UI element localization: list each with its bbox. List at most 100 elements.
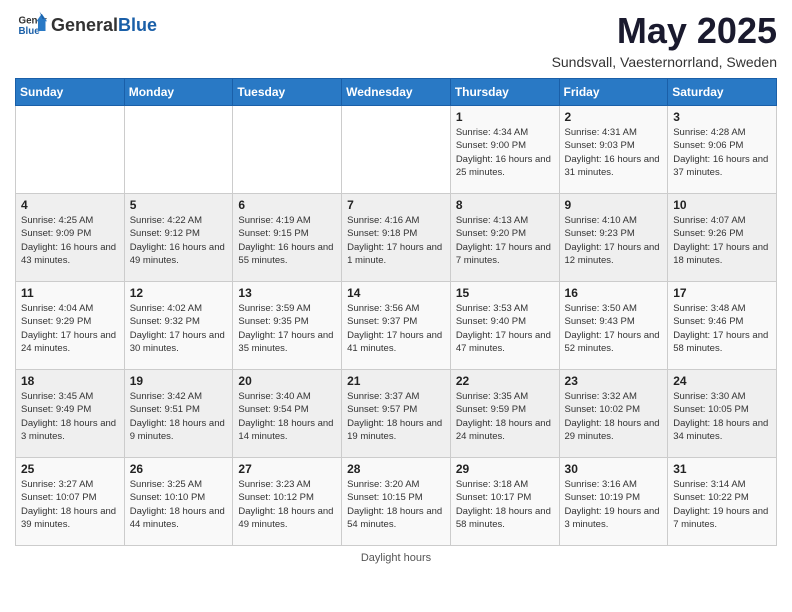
day-info: Sunrise: 3:42 AM Sunset: 9:51 PM Dayligh… — [130, 390, 228, 443]
header-saturday: Saturday — [668, 79, 777, 106]
footer: Daylight hours — [15, 552, 777, 564]
header-thursday: Thursday — [450, 79, 559, 106]
day-cell: 4Sunrise: 4:25 AM Sunset: 9:09 PM Daylig… — [16, 194, 125, 282]
logo-icon: General Blue — [17, 10, 47, 40]
day-cell — [342, 106, 451, 194]
day-info: Sunrise: 4:10 AM Sunset: 9:23 PM Dayligh… — [565, 214, 663, 267]
day-number: 16 — [565, 286, 663, 300]
header-wednesday: Wednesday — [342, 79, 451, 106]
week-row-1: 1Sunrise: 4:34 AM Sunset: 9:00 PM Daylig… — [16, 106, 777, 194]
calendar-title: May 2025 — [552, 10, 777, 52]
page: General Blue GeneralBlue May 2025 Sundsv… — [0, 0, 792, 574]
day-info: Sunrise: 3:32 AM Sunset: 10:02 PM Daylig… — [565, 390, 663, 443]
logo-text: GeneralBlue — [51, 15, 157, 35]
header-sunday: Sunday — [16, 79, 125, 106]
day-number: 27 — [238, 462, 336, 476]
day-number: 12 — [130, 286, 228, 300]
day-cell: 3Sunrise: 4:28 AM Sunset: 9:06 PM Daylig… — [668, 106, 777, 194]
day-info: Sunrise: 4:16 AM Sunset: 9:18 PM Dayligh… — [347, 214, 445, 267]
header: General Blue GeneralBlue May 2025 Sundsv… — [15, 10, 777, 70]
day-cell: 17 Sunrise: 3:48 AM Sunset: 9:46 PM Dayli… — [668, 282, 777, 370]
day-info: Sunrise: 3:59 AM Sunset: 9:35 PM Dayligh… — [238, 302, 336, 355]
day-number: 25 — [21, 462, 119, 476]
week-row-2: 4Sunrise: 4:25 AM Sunset: 9:09 PM Daylig… — [16, 194, 777, 282]
week-row-4: 18Sunrise: 3:45 AM Sunset: 9:49 PM Dayli… — [16, 370, 777, 458]
day-info: Sunrise: 3:20 AM Sunset: 10:15 PM Daylig… — [347, 478, 445, 531]
day-cell: 5 Sunrise: 4:22 AM Sunset: 9:12 PM Daylig… — [124, 194, 233, 282]
logo: General Blue GeneralBlue — [15, 10, 157, 40]
day-cell: 25 Sunrise: 3:27 AM Sunset: 10:07 PM Dayl… — [16, 458, 125, 546]
day-number: 17 — [673, 286, 771, 300]
day-number: 30 — [565, 462, 663, 476]
day-number: 2 — [565, 110, 663, 124]
day-number: 31 — [673, 462, 771, 476]
day-info: Sunrise: 3:50 AM Sunset: 9:43 PM Dayligh… — [565, 302, 663, 355]
calendar-subtitle: Sundsvall, Vaesternorrland, Sweden — [552, 54, 777, 70]
day-number: 5 — [130, 198, 228, 212]
day-cell: 31 Sunrise: 3:14 AM Sunset: 10:22 PM Dayl… — [668, 458, 777, 546]
day-cell: 29 Sunrise: 3:18 AM Sunset: 10:17 PM Dayl… — [450, 458, 559, 546]
day-info: Sunrise: 3:30 AM Sunset: 10:05 PM Daylig… — [673, 390, 771, 443]
day-cell: 7Sunrise: 4:16 AM Sunset: 9:18 PM Daylig… — [342, 194, 451, 282]
day-info: Sunrise: 3:53 AM Sunset: 9:40 PM Dayligh… — [456, 302, 554, 355]
calendar-header: Sunday Monday Tuesday Wednesday Thursday… — [16, 79, 777, 106]
day-info: Sunrise: 4:22 AM Sunset: 9:12 PM Dayligh… — [130, 214, 228, 267]
day-cell: 20Sunrise: 3:40 AM Sunset: 9:54 PM Dayli… — [233, 370, 342, 458]
day-number: 10 — [673, 198, 771, 212]
day-cell: 26Sunrise: 3:25 AM Sunset: 10:10 PM Dayl… — [124, 458, 233, 546]
day-info: Sunrise: 4:02 AM Sunset: 9:32 PM Dayligh… — [130, 302, 228, 355]
day-number: 23 — [565, 374, 663, 388]
day-info: Sunrise: 4:31 AM Sunset: 9:03 PM Dayligh… — [565, 126, 663, 179]
day-info: Sunrise: 3:37 AM Sunset: 9:57 PM Dayligh… — [347, 390, 445, 443]
day-info: Sunrise: 3:27 AM Sunset: 10:07 PM Daylig… — [21, 478, 119, 531]
day-cell: 16 Sunrise: 3:50 AM Sunset: 9:43 PM Dayli… — [559, 282, 668, 370]
day-info: Sunrise: 3:18 AM Sunset: 10:17 PM Daylig… — [456, 478, 554, 531]
day-cell: 24 Sunrise: 3:30 AM Sunset: 10:05 PM Dayl… — [668, 370, 777, 458]
day-cell: 6 Sunrise: 4:19 AM Sunset: 9:15 PM Daylig… — [233, 194, 342, 282]
day-info: Sunrise: 4:19 AM Sunset: 9:15 PM Dayligh… — [238, 214, 336, 267]
day-number: 29 — [456, 462, 554, 476]
week-row-3: 11Sunrise: 4:04 AM Sunset: 9:29 PM Dayli… — [16, 282, 777, 370]
day-number: 8 — [456, 198, 554, 212]
day-cell: 27Sunrise: 3:23 AM Sunset: 10:12 PM Dayl… — [233, 458, 342, 546]
header-friday: Friday — [559, 79, 668, 106]
header-row: Sunday Monday Tuesday Wednesday Thursday… — [16, 79, 777, 106]
day-cell: 14 Sunrise: 3:56 AM Sunset: 9:37 PM Dayli… — [342, 282, 451, 370]
day-cell: 1Sunrise: 4:34 AM Sunset: 9:00 PM Daylig… — [450, 106, 559, 194]
footer-text: Daylight hours — [361, 552, 431, 564]
day-cell: 8 Sunrise: 4:13 AM Sunset: 9:20 PM Daylig… — [450, 194, 559, 282]
day-info: Sunrise: 3:56 AM Sunset: 9:37 PM Dayligh… — [347, 302, 445, 355]
day-number: 13 — [238, 286, 336, 300]
svg-text:Blue: Blue — [19, 26, 41, 37]
day-cell: 28Sunrise: 3:20 AM Sunset: 10:15 PM Dayl… — [342, 458, 451, 546]
day-info: Sunrise: 4:04 AM Sunset: 9:29 PM Dayligh… — [21, 302, 119, 355]
day-number: 19 — [130, 374, 228, 388]
day-cell: 18Sunrise: 3:45 AM Sunset: 9:49 PM Dayli… — [16, 370, 125, 458]
day-info: Sunrise: 4:25 AM Sunset: 9:09 PM Dayligh… — [21, 214, 119, 267]
day-number: 20 — [238, 374, 336, 388]
day-cell: 11Sunrise: 4:04 AM Sunset: 9:29 PM Dayli… — [16, 282, 125, 370]
week-row-5: 25 Sunrise: 3:27 AM Sunset: 10:07 PM Dayl… — [16, 458, 777, 546]
day-number: 6 — [238, 198, 336, 212]
day-info: Sunrise: 3:48 AM Sunset: 9:46 PM Dayligh… — [673, 302, 771, 355]
day-info: Sunrise: 3:25 AM Sunset: 10:10 PM Daylig… — [130, 478, 228, 531]
day-cell: 15Sunrise: 3:53 AM Sunset: 9:40 PM Dayli… — [450, 282, 559, 370]
day-info: Sunrise: 3:14 AM Sunset: 10:22 PM Daylig… — [673, 478, 771, 531]
day-info: Sunrise: 4:07 AM Sunset: 9:26 PM Dayligh… — [673, 214, 771, 267]
day-cell: 9 Sunrise: 4:10 AM Sunset: 9:23 PM Daylig… — [559, 194, 668, 282]
header-tuesday: Tuesday — [233, 79, 342, 106]
day-number: 9 — [565, 198, 663, 212]
day-cell: 2 Sunrise: 4:31 AM Sunset: 9:03 PM Daylig… — [559, 106, 668, 194]
day-cell: 23 Sunrise: 3:32 AM Sunset: 10:02 PM Dayl… — [559, 370, 668, 458]
day-cell: 19 Sunrise: 3:42 AM Sunset: 9:51 PM Dayli… — [124, 370, 233, 458]
calendar-table: Sunday Monday Tuesday Wednesday Thursday… — [15, 78, 777, 546]
day-info: Sunrise: 3:16 AM Sunset: 10:19 PM Daylig… — [565, 478, 663, 531]
day-cell: 13 Sunrise: 3:59 AM Sunset: 9:35 PM Dayli… — [233, 282, 342, 370]
day-number: 18 — [21, 374, 119, 388]
day-info: Sunrise: 4:13 AM Sunset: 9:20 PM Dayligh… — [456, 214, 554, 267]
day-number: 14 — [347, 286, 445, 300]
title-block: May 2025 Sundsvall, Vaesternorrland, Swe… — [552, 10, 777, 70]
day-number: 24 — [673, 374, 771, 388]
day-info: Sunrise: 3:35 AM Sunset: 9:59 PM Dayligh… — [456, 390, 554, 443]
day-cell: 12 Sunrise: 4:02 AM Sunset: 9:32 PM Dayli… — [124, 282, 233, 370]
